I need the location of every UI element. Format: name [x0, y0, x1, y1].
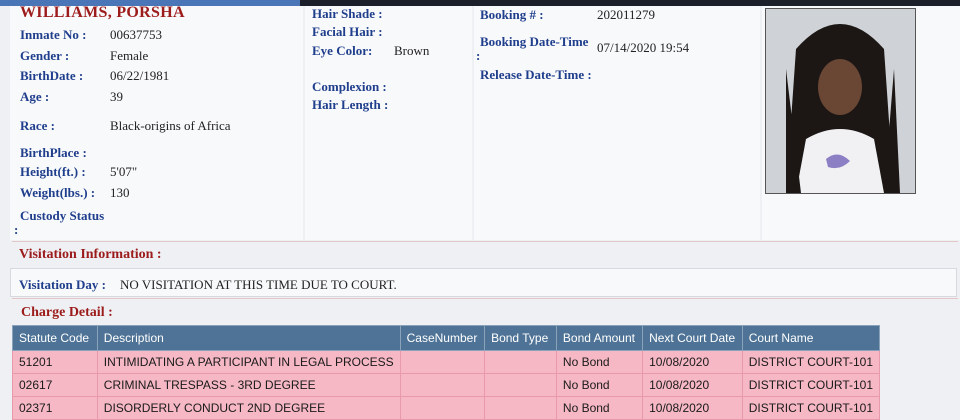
hair-length-label: Hair Length : [312, 97, 389, 112]
booking-number-label: Booking # : [480, 7, 544, 22]
age-value: 39 [110, 89, 123, 104]
column-header: Bond Amount [555, 325, 644, 351]
description-cell: CRIMINAL TRESPASS - 3RD DEGREE [96, 373, 401, 397]
facial-hair-label: Facial Hair : [312, 24, 383, 39]
column-header: CaseNumber [399, 325, 486, 351]
complexion-label: Complexion : [312, 79, 387, 94]
next-court-date-cell: 10/08/2020 [642, 396, 743, 420]
bond-type-cell [484, 373, 557, 397]
visitation-day-value: NO VISITATION AT THIS TIME DUE TO COURT. [120, 277, 397, 292]
gender-label: Gender : [20, 48, 70, 63]
case-number-cell [399, 373, 486, 397]
court-name-cell: DISTRICT COURT-101 [741, 396, 881, 420]
age-label: Age : [20, 89, 50, 104]
race-label: Race : [20, 118, 56, 133]
case-number-cell [399, 350, 486, 374]
birthplace-label: BirthPlace : [20, 145, 87, 160]
statute-code-cell: 02371 [12, 396, 98, 420]
column-header: Bond Type [484, 325, 557, 351]
column-header: Description [96, 325, 401, 351]
bond-type-cell [484, 350, 557, 374]
eye-color-value: Brown [394, 43, 430, 58]
court-name-cell: DISTRICT COURT-101 [741, 373, 881, 397]
case-number-cell [399, 396, 486, 420]
birthdate-value: 06/22/1981 [110, 68, 170, 83]
charge-detail-heading: Charge Detail : [21, 305, 113, 320]
gender-value: Female [110, 48, 149, 63]
divider [12, 298, 958, 299]
visitation-heading: Visitation Information : [19, 247, 162, 262]
charges-header-row: Statute Code Description CaseNumber Bond… [12, 325, 881, 351]
statute-code-cell: 02617 [12, 373, 98, 397]
release-datetime-label: Release Date-Time : [480, 67, 592, 82]
weight-label: Weight(lbs.) : [20, 185, 96, 200]
inmate-photo [765, 8, 916, 194]
next-court-date-cell: 10/08/2020 [642, 350, 743, 374]
weight-value: 130 [110, 185, 130, 200]
appearance-panel [305, 6, 472, 240]
bond-amount-cell: No Bond [555, 373, 644, 397]
column-header: Statute Code [12, 325, 98, 351]
race-value: Black-origins of Africa [110, 118, 231, 133]
bond-amount-cell: No Bond [555, 350, 644, 374]
height-label: Height(ft.) : [20, 164, 86, 179]
booking-datetime-label: Booking Date-Time [480, 34, 589, 49]
booking-datetime-value: 07/14/2020 19:54 [597, 40, 690, 55]
table-row: 02617 CRIMINAL TRESPASS - 3RD DEGREE No … [12, 373, 881, 397]
height-value: 5'07" [110, 164, 138, 179]
custody-status-colon: : [14, 222, 19, 237]
inmate-no-label: Inmate No : [20, 27, 87, 42]
next-court-date-cell: 10/08/2020 [642, 373, 743, 397]
bond-amount-cell: No Bond [555, 396, 644, 420]
eye-color-label: Eye Color: [312, 43, 373, 58]
booking-datetime-colon: : [476, 48, 481, 63]
statute-code-cell: 51201 [12, 350, 98, 374]
divider [12, 241, 958, 242]
booking-number-value: 202011279 [597, 7, 656, 22]
charges-table: Statute Code Description CaseNumber Bond… [12, 325, 881, 420]
bond-type-cell [484, 396, 557, 420]
custody-status-label: Custody Status [20, 208, 105, 223]
visitation-day-label: Visitation Day : [19, 277, 106, 292]
birthdate-label: BirthDate : [20, 68, 84, 83]
table-row: 51201 INTIMIDATING A PARTICIPANT IN LEGA… [12, 350, 881, 374]
column-header: Court Name [741, 325, 881, 351]
inmate-name: WILLIAMS, PORSHA [20, 4, 185, 21]
inmate-photo-image [766, 9, 915, 193]
court-name-cell: DISTRICT COURT-101 [741, 350, 881, 374]
description-cell: DISORDERLY CONDUCT 2ND DEGREE [96, 396, 401, 420]
description-cell: INTIMIDATING A PARTICIPANT IN LEGAL PROC… [96, 350, 401, 374]
inmate-no-value: 00637753 [110, 27, 162, 42]
hair-shade-label: Hair Shade : [312, 6, 383, 21]
column-header: Next Court Date [642, 325, 743, 351]
table-row: 02371 DISORDERLY CONDUCT 2ND DEGREE No B… [12, 396, 881, 420]
